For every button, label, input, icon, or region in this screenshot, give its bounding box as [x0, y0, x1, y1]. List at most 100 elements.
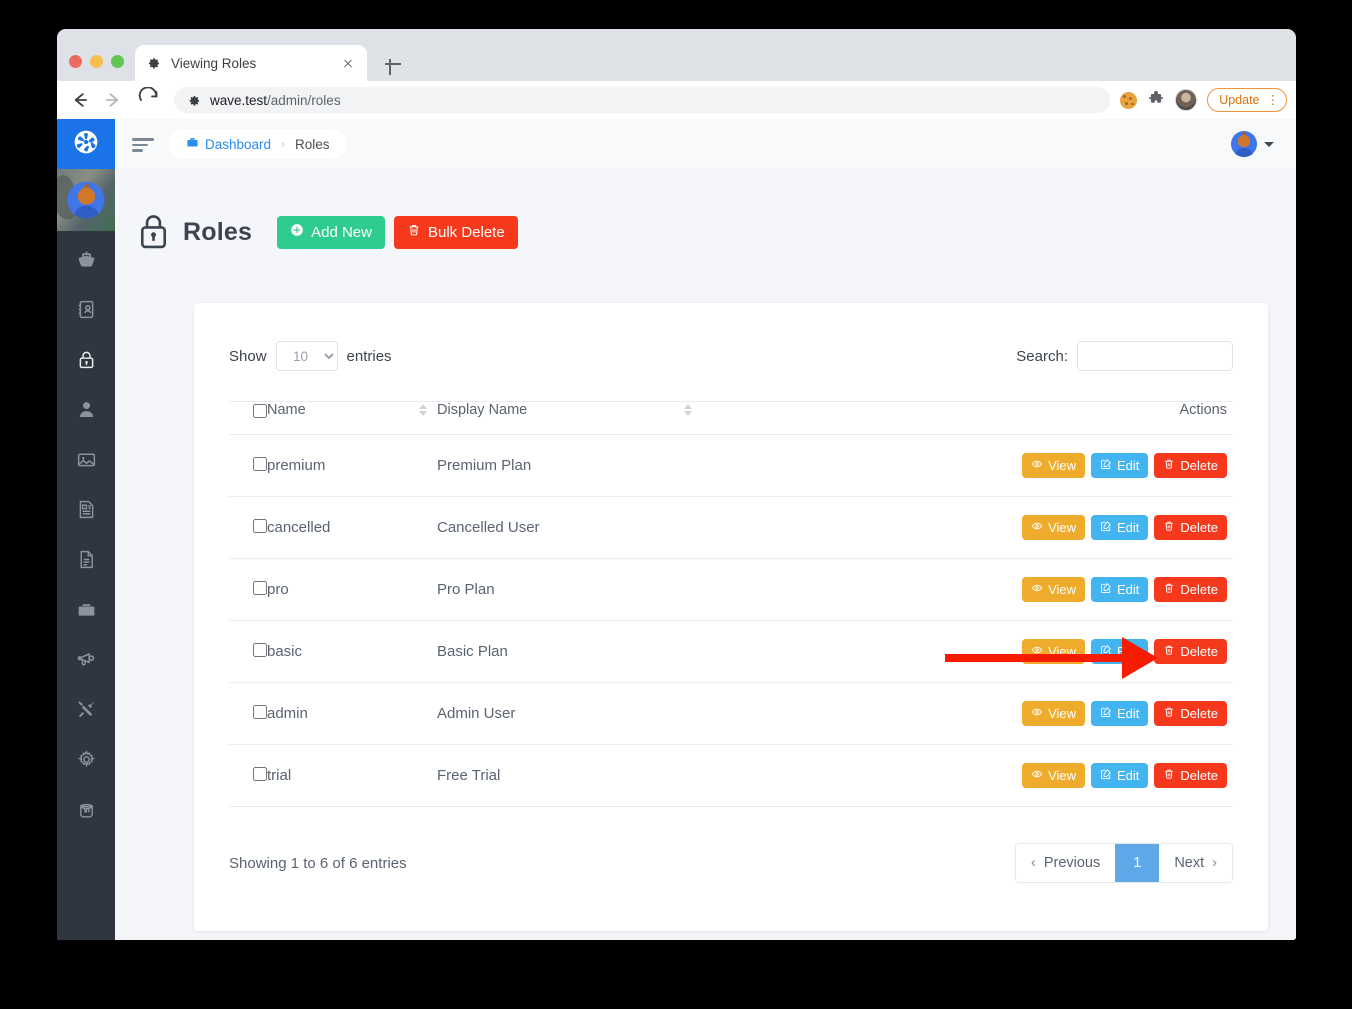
sort-icon[interactable] — [419, 403, 437, 417]
page-title: Roles — [183, 217, 253, 246]
sidebar-item-notebook[interactable] — [57, 287, 115, 337]
sidebar-item-posts[interactable] — [57, 487, 115, 537]
sidebar-item-users[interactable] — [57, 387, 115, 437]
row-checkbox[interactable] — [253, 704, 267, 719]
breadcrumb-current: Roles — [295, 136, 330, 152]
sort-icon[interactable] — [683, 403, 702, 417]
tools-icon — [76, 699, 97, 725]
table-row: basic Basic Plan View Edit Delete — [229, 620, 1233, 683]
length-control: Show 102550100 entries — [229, 341, 392, 371]
sidebar-profile[interactable] — [57, 169, 115, 231]
edit-button[interactable]: Edit — [1091, 639, 1149, 664]
avatar — [1231, 131, 1257, 157]
pagination-previous[interactable]: ‹ Previous — [1015, 844, 1116, 882]
sidebar-logo[interactable] — [57, 119, 115, 169]
close-icon[interactable] — [339, 54, 357, 72]
delete-button-label: Delete — [1180, 644, 1218, 659]
row-checkbox[interactable] — [253, 766, 267, 781]
table-footer: Showing 1 to 6 of 6 entries ‹ Previous 1… — [229, 843, 1233, 883]
edit-button[interactable]: Edit — [1091, 763, 1149, 788]
select-all-checkbox[interactable] — [253, 404, 267, 418]
sidebar-item-themes[interactable] — [57, 787, 115, 837]
delete-button-label: Delete — [1180, 768, 1218, 783]
sidebar-item-ship[interactable] — [57, 237, 115, 287]
main-content: Roles Add New Bulk Delete Show 10 entrie… — [115, 169, 1296, 940]
row-checkbox[interactable] — [253, 456, 267, 471]
delete-button[interactable]: Delete — [1154, 763, 1227, 788]
address-bar[interactable]: wave.test/admin/roles — [174, 87, 1111, 113]
tab-title: Viewing Roles — [171, 55, 257, 71]
view-button[interactable]: View — [1022, 701, 1086, 726]
window-maximize-button[interactable] — [111, 55, 124, 68]
search-input[interactable] — [1077, 341, 1233, 371]
row-checkbox[interactable] — [253, 518, 267, 533]
gear-icon — [145, 55, 161, 71]
reload-icon[interactable] — [136, 87, 162, 113]
delete-button[interactable]: Delete — [1154, 701, 1227, 726]
edit-button[interactable]: Edit — [1091, 453, 1149, 478]
new-tab-button[interactable] — [382, 53, 404, 75]
image-icon — [76, 449, 97, 475]
sidebar-item-tools[interactable] — [57, 687, 115, 737]
delete-button[interactable]: Delete — [1154, 639, 1227, 664]
user-menu[interactable] — [1231, 131, 1274, 157]
breadcrumb-separator: › — [281, 137, 286, 151]
view-button[interactable]: View — [1022, 763, 1086, 788]
trash-icon — [1163, 458, 1180, 473]
edit-button[interactable]: Edit — [1091, 515, 1149, 540]
pagination-next[interactable]: Next › — [1159, 844, 1232, 882]
sidebar-item-roles[interactable] — [57, 337, 115, 387]
url-host: wave.test — [210, 92, 268, 108]
row-checkbox[interactable] — [253, 642, 267, 657]
browser-tab[interactable]: Viewing Roles — [135, 45, 367, 81]
back-arrow-icon[interactable] — [66, 87, 92, 113]
sidebar-item-media[interactable] — [57, 437, 115, 487]
column-display-name-label: Display Name — [437, 402, 528, 418]
view-button-label: View — [1048, 458, 1077, 473]
column-display-name[interactable]: Display Name — [437, 401, 702, 435]
sidebar-item-settings[interactable] — [57, 737, 115, 787]
cell-actions: View Edit Delete — [701, 620, 1233, 683]
delete-button[interactable]: Delete — [1154, 453, 1227, 478]
table-card: Show 102550100 entries Search: — [194, 303, 1268, 931]
update-button[interactable]: Update ⋮ — [1207, 88, 1287, 112]
browser-window: Viewing Roles wave.test/admin/roles Upda… — [57, 29, 1296, 940]
search-label: Search: — [1016, 347, 1068, 365]
view-button[interactable]: View — [1022, 577, 1086, 602]
column-name[interactable]: Name — [267, 401, 437, 435]
view-button[interactable]: View — [1022, 515, 1086, 540]
row-checkbox[interactable] — [253, 580, 267, 595]
window-minimize-button[interactable] — [90, 55, 103, 68]
url-text: wave.test/admin/roles — [210, 93, 341, 108]
window-close-button[interactable] — [69, 55, 82, 68]
hamburger-icon[interactable] — [132, 133, 154, 155]
forward-arrow-icon[interactable] — [101, 87, 127, 113]
delete-button[interactable]: Delete — [1154, 515, 1227, 540]
row-select-cell — [229, 682, 267, 745]
pagination-page-1[interactable]: 1 — [1115, 844, 1160, 882]
cell-name: basic — [267, 620, 437, 683]
sidebar-item-categories[interactable] — [57, 587, 115, 637]
delete-button-label: Delete — [1180, 706, 1218, 721]
edit-button[interactable]: Edit — [1091, 577, 1149, 602]
sidebar-item-pages[interactable] — [57, 537, 115, 587]
sidebar-item-announcements[interactable] — [57, 637, 115, 687]
folder-icon — [76, 599, 97, 625]
browser-menu-icon[interactable]: ⋮ — [1267, 94, 1280, 107]
add-new-button[interactable]: Add New — [277, 215, 385, 249]
view-button[interactable]: View — [1022, 639, 1086, 664]
edit-button[interactable]: Edit — [1091, 701, 1149, 726]
view-button[interactable]: View — [1022, 453, 1086, 478]
cookie-icon[interactable] — [1120, 91, 1138, 109]
eye-icon — [1031, 706, 1048, 721]
profile-avatar[interactable] — [1175, 89, 1198, 111]
table-row: premium Premium Plan View Edit Delete — [229, 434, 1233, 497]
entries-length-select[interactable]: 102550100 — [275, 341, 338, 371]
breadcrumb-dashboard-link[interactable]: Dashboard — [186, 136, 271, 152]
puzzle-piece-icon[interactable] — [1147, 89, 1165, 112]
delete-button[interactable]: Delete — [1154, 577, 1227, 602]
eye-icon — [1031, 768, 1048, 783]
ship-icon — [76, 249, 97, 275]
bulk-delete-button[interactable]: Bulk Delete — [393, 215, 518, 249]
column-name-label: Name — [267, 402, 306, 418]
